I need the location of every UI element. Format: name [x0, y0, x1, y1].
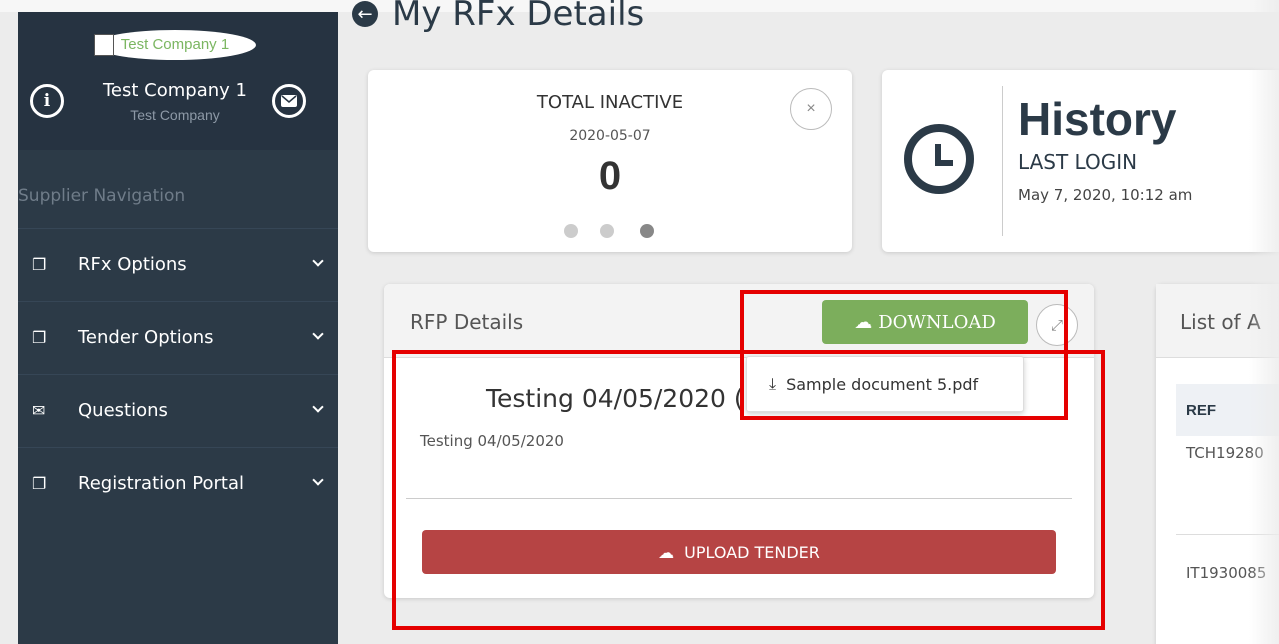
last-login-date: May 7, 2020, 10:12 am: [1018, 186, 1193, 204]
logo-image-placeholder: [94, 34, 114, 56]
divider: [1002, 86, 1003, 236]
back-arrow-icon[interactable]: ←: [352, 1, 378, 27]
copy-icon: ❐: [32, 255, 47, 274]
close-icon[interactable]: ×: [790, 88, 832, 130]
column-header-ref: REF: [1186, 402, 1216, 419]
clock-icon: [904, 124, 974, 194]
carousel-dot-2[interactable]: [600, 224, 614, 238]
last-login-label: LAST LOGIN: [1018, 150, 1138, 174]
rfp-description: Testing 04/05/2020: [420, 432, 564, 450]
download-dropdown-item[interactable]: ⤓ Sample document 5.pdf: [746, 356, 1024, 412]
sidebar-item-label: RFx Options: [78, 254, 187, 275]
chevron-down-icon: [312, 255, 324, 267]
row-divider: [1176, 534, 1279, 535]
cloud-download-icon: ☁: [854, 311, 873, 333]
rfp-name: Testing 04/05/2020 (: [486, 384, 744, 413]
expand-icon[interactable]: ⤢: [1036, 304, 1078, 346]
copy-icon: ❐: [32, 328, 47, 347]
sidebar-section-title: Supplier Navigation: [18, 186, 186, 206]
total-inactive-card: TOTAL INACTIVE 2020-05-07 0 ×: [368, 70, 852, 252]
mail-icon[interactable]: [272, 84, 306, 118]
copy-icon: ❐: [32, 474, 47, 493]
sidebar: Test Company 1 i Test Company 1 Test Com…: [18, 12, 338, 644]
sidebar-item-label: Tender Options: [78, 327, 214, 348]
upload-label: UPLOAD TENDER: [684, 542, 820, 562]
chevron-down-icon: [312, 401, 324, 413]
upload-tender-button[interactable]: ☁ UPLOAD TENDER: [422, 530, 1056, 574]
sidebar-item-questions[interactable]: ✉ Questions: [18, 374, 338, 446]
divider: [406, 498, 1072, 499]
rfp-card-title: RFP Details: [410, 310, 524, 334]
logo-text: Test Company 1: [120, 36, 230, 53]
chevron-down-icon: [312, 474, 324, 486]
company-name: Test Company 1: [103, 80, 247, 101]
dropdown-item-label: Sample document 5.pdf: [786, 374, 979, 394]
table-cell-ref[interactable]: IT1930085: [1186, 564, 1266, 582]
rfp-card-header: RFP Details ☁ DOWNLOAD ⤢: [384, 284, 1094, 358]
page-title-text: My RFx Details: [392, 0, 645, 34]
download-file-icon: ⤓: [769, 374, 777, 393]
rfp-details-card: RFP Details ☁ DOWNLOAD ⤢ Testing 04/05/2…: [384, 284, 1094, 598]
inactive-count: 0: [598, 154, 622, 198]
history-title: History: [1018, 93, 1177, 145]
inactive-title: TOTAL INACTIVE: [536, 92, 684, 113]
inactive-date: 2020-05-07: [569, 128, 651, 144]
sidebar-item-tender-options[interactable]: ❐ Tender Options: [18, 301, 338, 373]
sidebar-item-registration-portal[interactable]: ❐ Registration Portal: [18, 447, 338, 519]
sidebar-item-rfx-options[interactable]: ❐ RFx Options: [18, 228, 338, 300]
list-card: List of A REF TCH19280 IT1930085: [1156, 284, 1279, 644]
list-card-title: List of A: [1180, 310, 1261, 334]
download-button[interactable]: ☁ DOWNLOAD: [822, 300, 1028, 344]
company-subtitle: Test Company: [130, 107, 220, 123]
chevron-down-icon: [312, 328, 324, 340]
history-card: History LAST LOGIN May 7, 2020, 10:12 am: [882, 70, 1279, 252]
sidebar-item-label: Registration Portal: [78, 473, 244, 494]
carousel-dot-1[interactable]: [564, 224, 578, 238]
info-icon[interactable]: i: [30, 84, 64, 118]
page-title: ← My RFx Details: [352, 0, 644, 34]
carousel-dot-3-active[interactable]: [640, 224, 654, 238]
download-label: DOWNLOAD: [878, 311, 996, 333]
table-cell-ref[interactable]: TCH19280: [1186, 444, 1264, 462]
sidebar-item-label: Questions: [78, 400, 168, 421]
cloud-upload-icon: ☁: [658, 542, 675, 562]
list-card-header: List of A: [1156, 284, 1279, 358]
envelope-icon: ✉: [32, 401, 46, 420]
sidebar-profile: Test Company 1 i Test Company 1 Test Com…: [18, 12, 338, 150]
company-logo[interactable]: Test Company 1: [94, 30, 256, 60]
